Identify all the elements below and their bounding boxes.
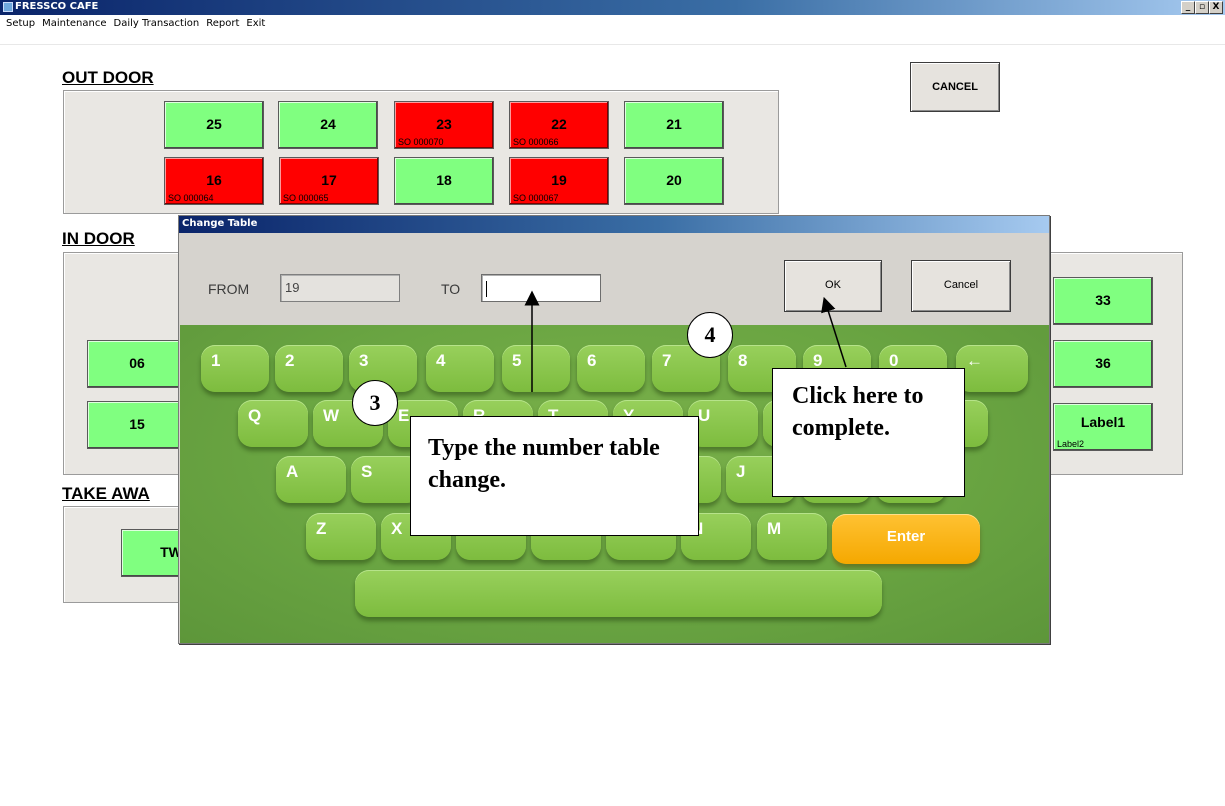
arrow-to-ok xyxy=(821,296,847,368)
step3-callout: Type the number table change. xyxy=(410,416,699,536)
step4-callout: Click here to complete. xyxy=(772,368,965,497)
annotation-arrows xyxy=(524,290,847,392)
step4-marker: 4 xyxy=(687,312,733,358)
step3-marker: 3 xyxy=(352,380,398,426)
app-window: FRESSCO CAFE _ ▫ X Setup Maintenance Dai… xyxy=(0,0,1225,806)
